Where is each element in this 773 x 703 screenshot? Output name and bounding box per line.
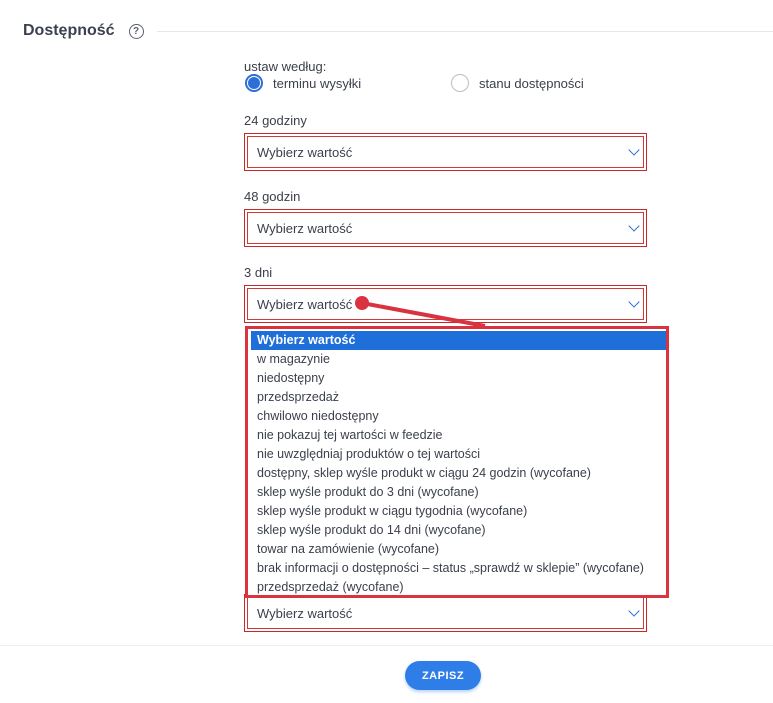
dropdown-option[interactable]: przedsprzedaż [251,388,666,407]
dropdown-option[interactable]: sklep wyśle produkt w ciągu tygodnia (wy… [251,502,666,521]
dropdown-option[interactable]: sklep wyśle produkt do 14 dni (wycofane) [251,521,666,540]
save-button[interactable]: ZAPISZ [405,661,481,690]
dropdown-list[interactable]: Wybierz wartość w magazynie niedostępny … [245,326,669,598]
dropdown-option[interactable]: sklep wyśle produkt do 3 dni (wycofane) [251,483,666,502]
dropdown-option[interactable]: towar na zamówienie (wycofane) [251,540,666,559]
dropdown-option[interactable]: przedsprzedaż (wycofane) [251,578,666,597]
select-value: Wybierz wartość [257,606,353,621]
footer-divider [0,645,773,646]
dropdown-option[interactable]: chwilowo niedostępny [251,407,666,426]
dropdown-option[interactable]: niedostępny [251,369,666,388]
dropdown-option[interactable]: dostępny, sklep wyśle produkt w ciągu 24… [251,464,666,483]
dropdown-option[interactable]: Wybierz wartość [251,331,666,350]
dropdown-option[interactable]: nie pokazuj tej wartości w feedzie [251,426,666,445]
dropdown-option[interactable]: w magazynie [251,350,666,369]
annotation-dot [355,296,369,310]
dropdown-option[interactable]: brak informacji o dostępności – status „… [251,559,666,578]
select-field-4[interactable]: Wybierz wartość [244,594,647,632]
dropdown-option[interactable]: nie uwzględniaj produktów o tej wartości [251,445,666,464]
